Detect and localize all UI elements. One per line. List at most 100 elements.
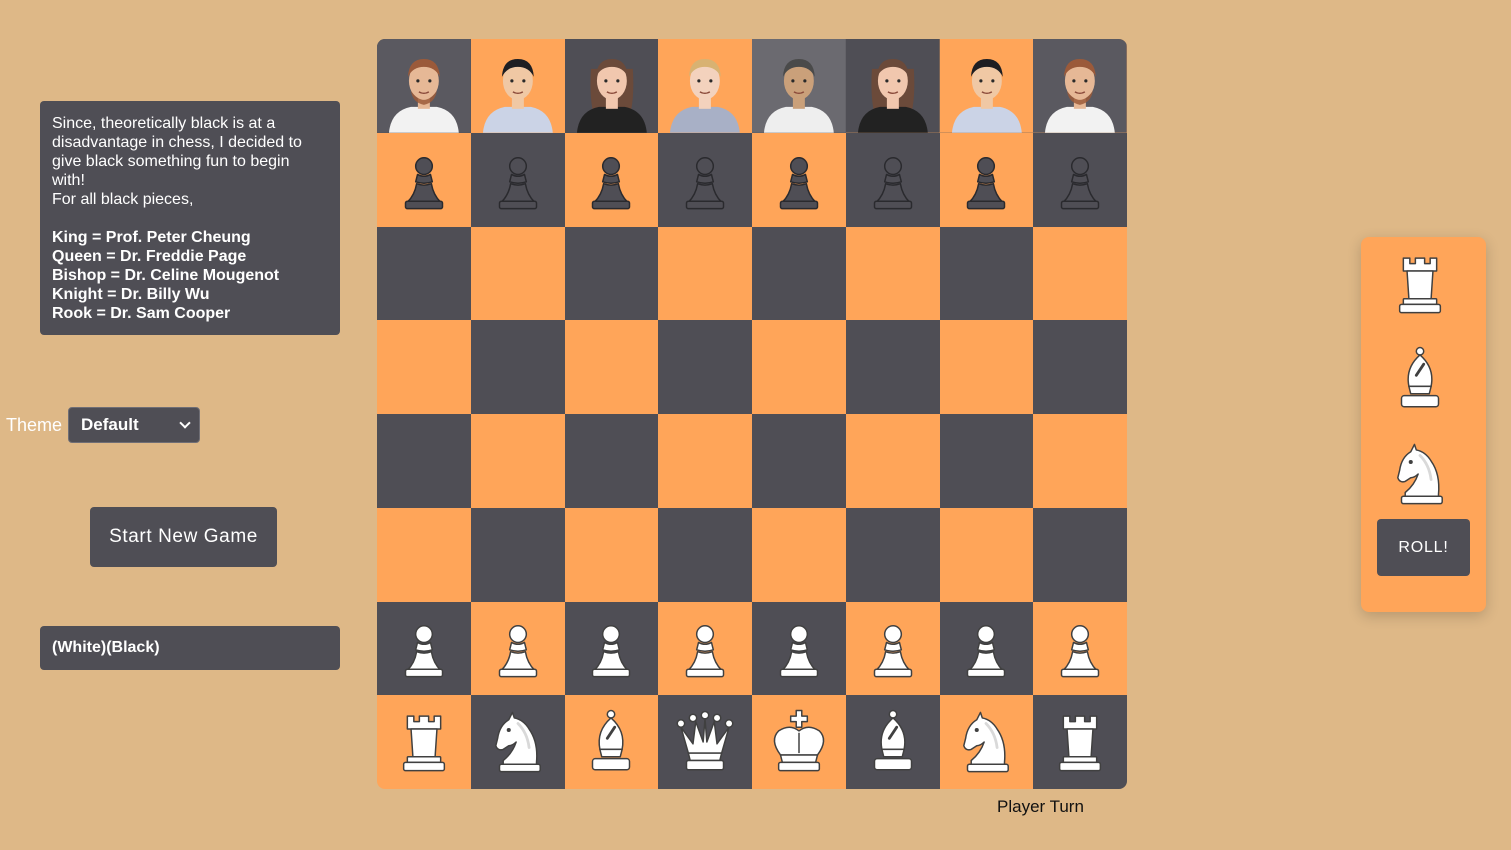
board-square[interactable]: [470, 320, 565, 414]
black-rook-portrait[interactable]: [377, 39, 471, 133]
board-square[interactable]: [564, 132, 659, 227]
board-square[interactable]: [377, 132, 471, 227]
board-square[interactable]: [752, 507, 846, 602]
board-square[interactable]: [564, 601, 659, 696]
white-pawn-icon[interactable]: [574, 611, 648, 685]
board-square[interactable]: [377, 507, 471, 602]
board-square[interactable]: [658, 39, 752, 133]
board-square[interactable]: [564, 507, 659, 602]
board-square[interactable]: [939, 507, 1034, 602]
white-bishop-icon[interactable]: [574, 705, 648, 779]
board-square[interactable]: [752, 320, 846, 414]
board-square[interactable]: [1033, 601, 1127, 696]
board-square[interactable]: [564, 39, 659, 133]
board-square[interactable]: [377, 414, 471, 508]
white-pawn-icon[interactable]: [949, 611, 1023, 685]
board-square[interactable]: [845, 132, 940, 227]
board-square[interactable]: [939, 39, 1034, 133]
black-pawn-icon[interactable]: [668, 143, 742, 217]
black-pawn-icon[interactable]: [856, 143, 930, 217]
board-square[interactable]: [658, 226, 752, 321]
board-square[interactable]: [845, 695, 940, 789]
board-square[interactable]: [377, 39, 471, 133]
board-square[interactable]: [1033, 320, 1127, 414]
black-bishop-portrait[interactable]: [845, 39, 940, 133]
white-knight-icon[interactable]: [949, 705, 1023, 779]
board-square[interactable]: [1033, 226, 1127, 321]
board-square[interactable]: [845, 226, 940, 321]
board-square[interactable]: [939, 226, 1034, 321]
board-square[interactable]: [470, 132, 565, 227]
board-square[interactable]: [377, 226, 471, 321]
start-new-game-button[interactable]: Start New Game: [90, 507, 277, 567]
board-square[interactable]: [939, 601, 1034, 696]
board-square[interactable]: [939, 695, 1034, 789]
board-square[interactable]: [939, 320, 1034, 414]
black-king-portrait[interactable]: [752, 39, 846, 133]
board-square[interactable]: [564, 414, 659, 508]
board-square[interactable]: [658, 507, 752, 602]
board-square[interactable]: [1033, 414, 1127, 508]
board-square[interactable]: [845, 601, 940, 696]
board-square[interactable]: [752, 39, 846, 133]
board-square[interactable]: [1033, 132, 1127, 227]
board-square[interactable]: [470, 39, 565, 133]
board-square[interactable]: [658, 695, 752, 789]
white-king-icon[interactable]: [762, 705, 836, 779]
board-square[interactable]: [845, 320, 940, 414]
white-pawn-icon[interactable]: [668, 611, 742, 685]
board-square[interactable]: [752, 414, 846, 508]
board-square[interactable]: [845, 507, 940, 602]
board-square[interactable]: [470, 601, 565, 696]
board-square[interactable]: [564, 320, 659, 414]
white-rook-icon[interactable]: [387, 705, 461, 779]
white-pawn-icon[interactable]: [1043, 611, 1117, 685]
board-square[interactable]: [752, 695, 846, 789]
black-pawn-icon[interactable]: [387, 143, 461, 217]
black-queen-portrait[interactable]: [658, 39, 752, 133]
board-square[interactable]: [1033, 507, 1127, 602]
board-square[interactable]: [658, 601, 752, 696]
board-square[interactable]: [845, 414, 940, 508]
board-square[interactable]: [845, 39, 940, 133]
black-rook-portrait[interactable]: [1033, 39, 1127, 133]
board-square[interactable]: [1033, 695, 1127, 789]
white-queen-icon[interactable]: [668, 705, 742, 779]
black-bishop-portrait[interactable]: [564, 39, 659, 133]
white-pawn-icon[interactable]: [481, 611, 555, 685]
white-bishop-icon[interactable]: [856, 705, 930, 779]
white-pawn-icon[interactable]: [387, 611, 461, 685]
board-square[interactable]: [564, 695, 659, 789]
board-square[interactable]: [470, 695, 565, 789]
board-square[interactable]: [752, 132, 846, 227]
black-pawn-icon[interactable]: [574, 143, 648, 217]
piece-mapping-queen: Queen = Dr. Freddie Page: [52, 248, 247, 265]
board-square[interactable]: [1033, 39, 1127, 133]
board-square[interactable]: [470, 507, 565, 602]
board-square[interactable]: [470, 226, 565, 321]
board-square[interactable]: [752, 226, 846, 321]
white-knight-icon[interactable]: [481, 705, 555, 779]
board-square[interactable]: [564, 226, 659, 321]
board-square[interactable]: [752, 601, 846, 696]
black-pawn-icon[interactable]: [1043, 143, 1117, 217]
black-pawn-icon[interactable]: [762, 143, 836, 217]
black-knight-portrait[interactable]: [470, 39, 565, 133]
board-square[interactable]: [470, 414, 565, 508]
board-square[interactable]: [658, 414, 752, 508]
black-pawn-icon[interactable]: [481, 143, 555, 217]
roll-button[interactable]: ROLL!: [1377, 519, 1470, 576]
board-square[interactable]: [939, 132, 1034, 227]
board-square[interactable]: [939, 414, 1034, 508]
board-square[interactable]: [658, 320, 752, 414]
theme-select[interactable]: Default: [68, 407, 201, 443]
white-pawn-icon[interactable]: [856, 611, 930, 685]
black-pawn-icon[interactable]: [949, 143, 1023, 217]
black-knight-portrait[interactable]: [939, 39, 1034, 133]
white-rook-icon[interactable]: [1043, 705, 1117, 779]
board-square[interactable]: [377, 601, 471, 696]
board-square[interactable]: [377, 320, 471, 414]
board-square[interactable]: [658, 132, 752, 227]
board-square[interactable]: [377, 695, 471, 789]
white-pawn-icon[interactable]: [762, 611, 836, 685]
